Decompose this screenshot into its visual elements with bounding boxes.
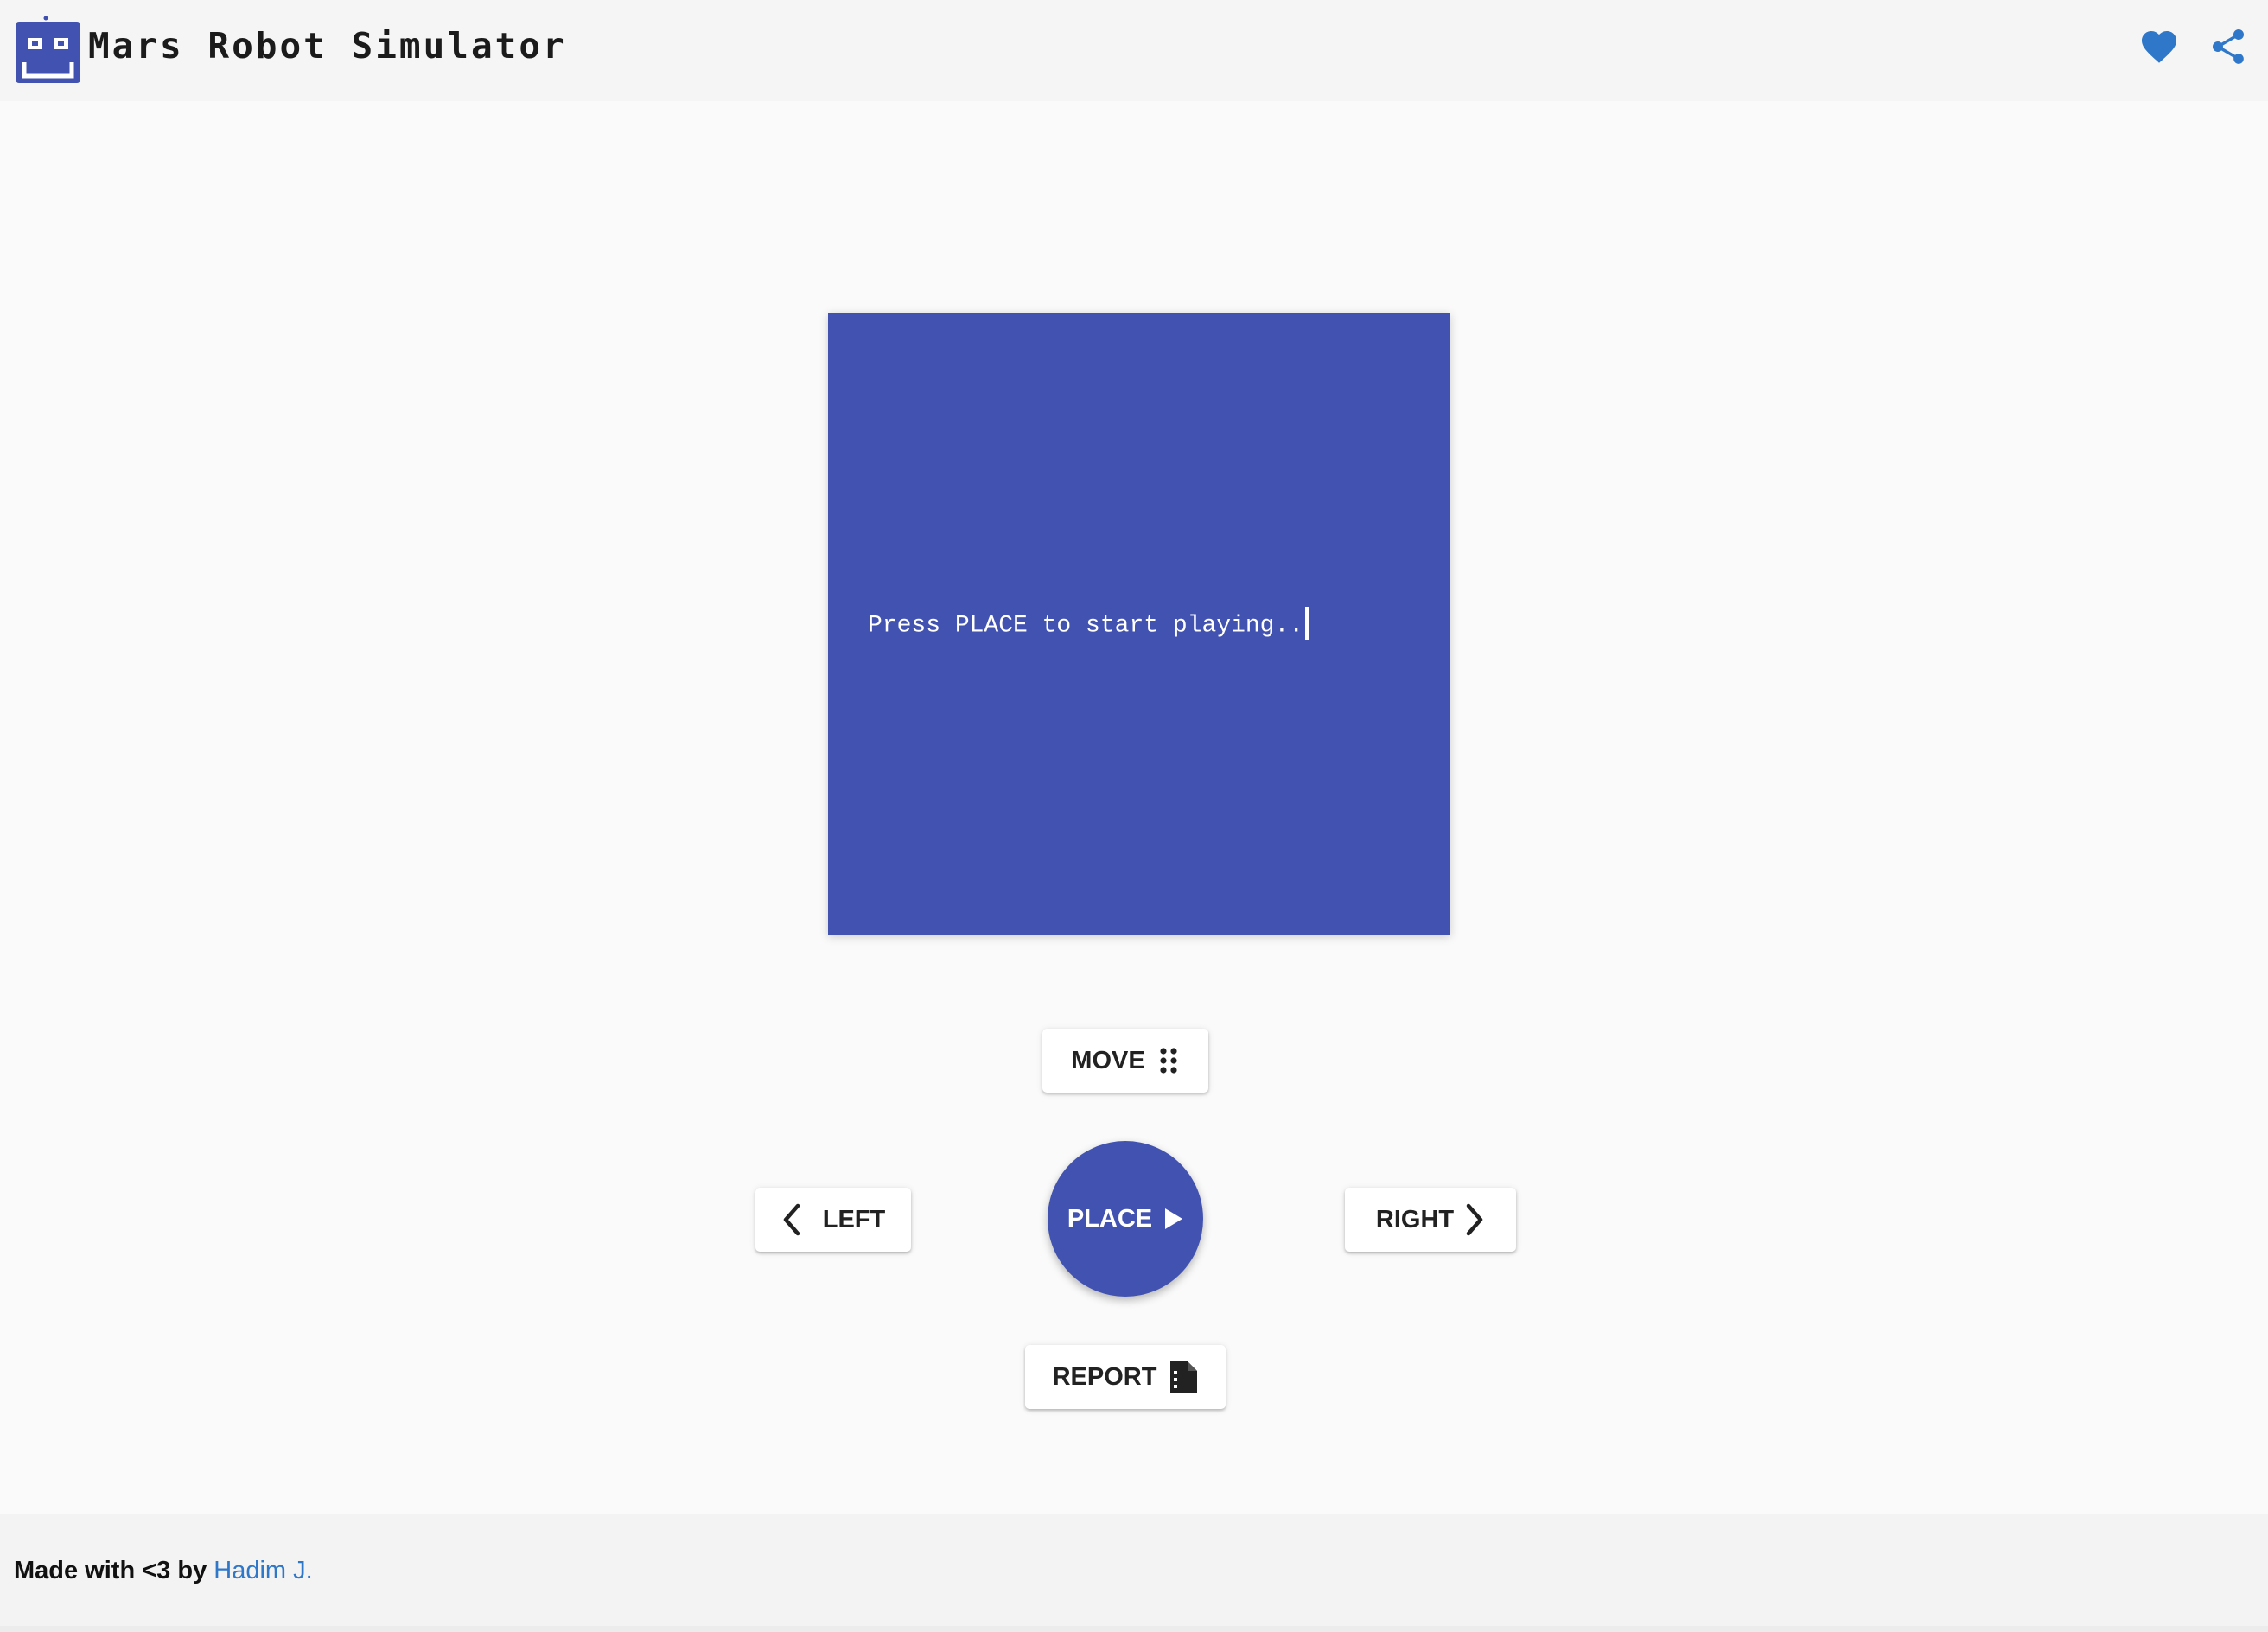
place-button-label: PLACE [1067, 1204, 1153, 1233]
share-icon[interactable] [2207, 26, 2249, 67]
top-app-bar: Mars Robot Simulator [0, 0, 2268, 101]
left-button[interactable]: LEFT [755, 1188, 911, 1252]
report-button-label: REPORT [1052, 1362, 1157, 1391]
screen-message: Press PLACE to start playing.. [868, 607, 1309, 643]
game-screen: Press PLACE to start playing.. [828, 313, 1450, 935]
play-icon [1165, 1208, 1183, 1229]
left-button-label: LEFT [822, 1205, 886, 1234]
right-button[interactable]: RIGHT [1345, 1188, 1516, 1252]
grid-dots-icon [1160, 1048, 1177, 1074]
screen-message-text: Press PLACE to start playing.. [868, 612, 1304, 640]
right-button-label: RIGHT [1375, 1205, 1455, 1234]
footer-prefix: Made with <3 by [14, 1557, 214, 1584]
place-button[interactable]: PLACE [1048, 1141, 1203, 1297]
text-cursor [1305, 607, 1309, 640]
bottom-strip [0, 1626, 2268, 1632]
app-title: Mars Robot Simulator [88, 25, 567, 67]
author-link[interactable]: Hadim J. [213, 1557, 312, 1584]
report-button[interactable]: REPORT [1025, 1345, 1226, 1409]
move-button[interactable]: MOVE [1042, 1029, 1208, 1093]
heart-icon[interactable] [2138, 26, 2180, 67]
move-button-label: MOVE [1071, 1046, 1145, 1074]
chevron-right-icon [1466, 1203, 1483, 1236]
robot-icon [16, 16, 80, 83]
footer-credit: Made with <3 by Hadim J. [14, 1553, 313, 1588]
footer: Made with <3 by Hadim J. [0, 1514, 2268, 1626]
file-report-icon [1170, 1361, 1198, 1393]
chevron-left-icon [783, 1203, 800, 1236]
